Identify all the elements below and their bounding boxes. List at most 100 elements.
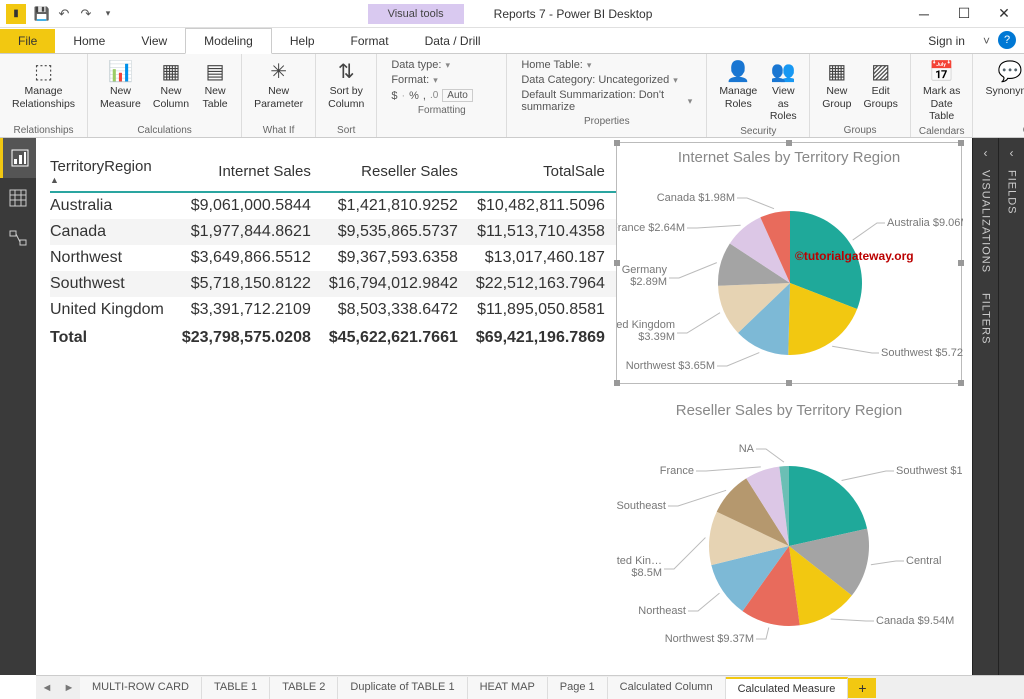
data-view-icon[interactable]: [0, 178, 36, 218]
view-as-roles-button[interactable]: 👥View as Roles: [765, 57, 801, 125]
currency-button[interactable]: $: [391, 90, 397, 102]
pie-label: France $2.64M: [617, 222, 685, 234]
right-panes: ‹ VISUALIZATIONS FILTERS ‹ FIELDS: [972, 138, 1024, 675]
tab-format[interactable]: Format: [333, 29, 407, 53]
synonyms-button[interactable]: 💬Synonyms: [981, 57, 1024, 100]
page-tab[interactable]: TABLE 1: [202, 677, 270, 699]
ribbon: ⬚Manage Relationships Relationships 📊New…: [0, 54, 1024, 138]
tab-home[interactable]: Home: [55, 29, 123, 53]
qat-more-icon[interactable]: ▾: [100, 6, 116, 22]
pie-label: Northwest $3.65M: [626, 360, 715, 372]
total-cell: $23,798,575.0208: [182, 323, 329, 351]
page-tab[interactable]: MULTI-ROW CARD: [80, 677, 202, 699]
save-icon[interactable]: 💾: [34, 6, 50, 22]
ribbon-group-qa: 💬Synonyms AあLingu Q&: [973, 54, 1024, 137]
pie-chart-reseller-sales[interactable]: Reseller Sales by Territory Region South…: [616, 396, 962, 658]
page-tab[interactable]: Calculated Column: [608, 677, 726, 699]
column-header[interactable]: TotalSale: [476, 152, 623, 192]
ribbon-group-groups: ▦New Group ▨Edit Groups Groups: [810, 54, 911, 137]
page-tab[interactable]: Page 1: [548, 677, 608, 699]
window-controls: ─ ☐ ✕: [904, 0, 1024, 28]
new-table-button[interactable]: ▤New Table: [197, 57, 233, 112]
redo-icon[interactable]: ↷: [78, 6, 94, 22]
new-measure-button[interactable]: 📊New Measure: [96, 57, 145, 112]
tab-help[interactable]: Help: [272, 29, 333, 53]
mark-as-date-table-button[interactable]: 📅Mark as Date Table: [919, 57, 965, 125]
watermark-text: ©tutorialgateway.org: [795, 249, 914, 263]
pie-label: NA: [739, 443, 755, 455]
undo-icon[interactable]: ↶: [56, 6, 72, 22]
tab-data-drill[interactable]: Data / Drill: [407, 29, 499, 53]
tabs-scroll-right[interactable]: ►: [58, 677, 80, 699]
close-button[interactable]: ✕: [984, 0, 1024, 28]
chevron-left-icon: ‹: [1010, 146, 1014, 160]
page-tab[interactable]: TABLE 2: [270, 677, 338, 699]
table-row[interactable]: United Kingdom$3,391,712.2109$8,503,338.…: [50, 297, 623, 323]
total-cell: $45,622,621.7661: [329, 323, 476, 351]
tab-view[interactable]: View: [123, 29, 185, 53]
menu-tabs: File Home View Modeling Help Format Data…: [0, 28, 1024, 54]
quick-access-toolbar: 💾 ↶ ↷ ▾: [34, 6, 116, 22]
table-visual[interactable]: TerritoryRegion▲Internet SalesReseller S…: [50, 152, 623, 351]
table-row[interactable]: Canada$1,977,844.8621$9,535,865.5737$11,…: [50, 219, 623, 245]
pie-label: Canada $9.54M: [876, 615, 954, 627]
decimals-spinner[interactable]: Auto: [442, 89, 473, 102]
filter-icon[interactable]: ▽: [908, 138, 918, 139]
model-view-icon[interactable]: [0, 218, 36, 258]
help-icon[interactable]: ?: [998, 31, 1016, 49]
ribbon-collapse-icon[interactable]: ˅: [975, 29, 998, 53]
ribbon-group-calculations: 📊New Measure ▦New Column ▤New Table Calc…: [88, 54, 242, 137]
pie-label: Canada $1.98M: [657, 192, 735, 204]
total-cell: Total: [50, 323, 182, 351]
pie-label: Central: [906, 555, 941, 567]
fields-pane[interactable]: ‹ FIELDS: [998, 138, 1024, 675]
new-group-button[interactable]: ▦New Group: [818, 57, 855, 112]
add-page-button[interactable]: +: [848, 678, 876, 698]
column-header[interactable]: TerritoryRegion▲: [50, 152, 182, 192]
format-dropdown[interactable]: Format:▾: [391, 74, 492, 86]
report-canvas[interactable]: TerritoryRegion▲Internet SalesReseller S…: [36, 138, 972, 675]
edit-groups-button[interactable]: ▨Edit Groups: [859, 57, 901, 112]
pie-label: Germany$2.89M: [622, 264, 668, 288]
page-tab[interactable]: Calculated Measure: [726, 677, 849, 699]
window-title: Reports 7 - Power BI Desktop: [494, 7, 653, 21]
table-row[interactable]: Southwest$5,718,150.8122$16,794,012.9842…: [50, 271, 623, 297]
minimize-button[interactable]: ─: [904, 0, 944, 28]
pie-chart-internet-sales[interactable]: ▽ ⤢ ⋯ Internet Sales by Territory Region…: [616, 142, 962, 384]
ribbon-group-properties: Home Table:▾ Data Category: Uncategorize…: [507, 54, 707, 137]
new-parameter-button[interactable]: ✳New Parameter: [250, 57, 307, 112]
pie-label: Southeast: [616, 500, 666, 512]
table-row[interactable]: Australia$9,061,000.5844$1,421,810.9252$…: [50, 192, 623, 219]
pie-label: Northeast: [638, 605, 686, 617]
pie-label: Northwest $9.37M: [665, 633, 754, 645]
page-tab[interactable]: Duplicate of TABLE 1: [338, 677, 467, 699]
more-options-icon[interactable]: ⋯: [944, 138, 957, 139]
visualizations-pane[interactable]: ‹ VISUALIZATIONS FILTERS: [972, 138, 998, 675]
sign-in-link[interactable]: Sign in: [918, 29, 975, 53]
ribbon-group-security: 👤Manage Roles 👥View as Roles Security: [707, 54, 810, 137]
pie-label: Southwest $16.79M: [896, 465, 962, 477]
focus-mode-icon[interactable]: ⤢: [926, 138, 936, 139]
title-bar: ▮ 💾 ↶ ↷ ▾ Visual tools Reports 7 - Power…: [0, 0, 1024, 28]
comma-button[interactable]: ,: [423, 90, 426, 102]
table-row[interactable]: Northwest$3,649,866.5512$9,367,593.6358$…: [50, 245, 623, 271]
page-tab[interactable]: HEAT MAP: [468, 677, 548, 699]
manage-roles-button[interactable]: 👤Manage Roles: [715, 57, 761, 112]
column-header[interactable]: Reseller Sales: [329, 152, 476, 192]
sort-by-column-button[interactable]: ⇅Sort by Column: [324, 57, 368, 112]
file-menu[interactable]: File: [0, 29, 55, 53]
tab-modeling[interactable]: Modeling: [185, 28, 272, 54]
default-summarization-dropdown[interactable]: Default Summarization: Don't summarize▾: [521, 89, 692, 113]
ribbon-group-relationships: ⬚Manage Relationships Relationships: [0, 54, 88, 137]
data-type-dropdown[interactable]: Data type:▾: [391, 59, 492, 71]
new-column-button[interactable]: ▦New Column: [149, 57, 193, 112]
visual-actions: ▽ ⤢ ⋯: [908, 138, 957, 139]
report-view-icon[interactable]: [0, 138, 36, 178]
maximize-button[interactable]: ☐: [944, 0, 984, 28]
manage-relationships-button[interactable]: ⬚Manage Relationships: [8, 57, 79, 112]
data-category-dropdown[interactable]: Data Category: Uncategorized▾: [521, 74, 692, 86]
percent-button[interactable]: %: [409, 90, 419, 102]
tabs-scroll-left[interactable]: ◄: [36, 677, 58, 699]
column-header[interactable]: Internet Sales: [182, 152, 329, 192]
home-table-dropdown[interactable]: Home Table:▾: [521, 59, 692, 71]
